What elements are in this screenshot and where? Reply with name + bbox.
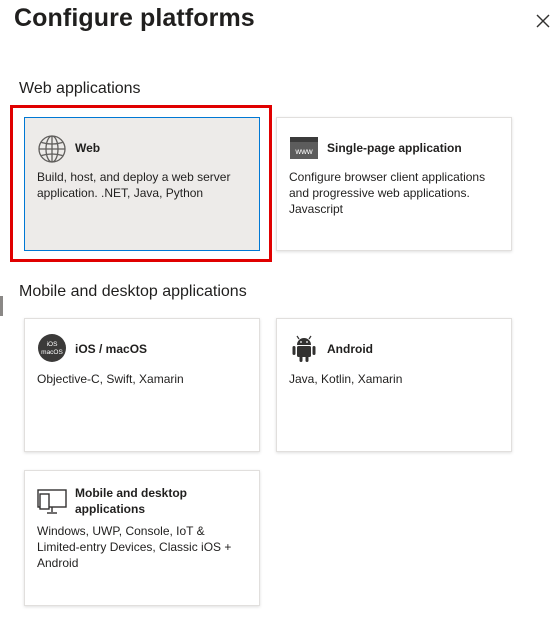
platform-card-title: iOS / macOS (75, 342, 148, 356)
configure-platforms-panel: Configure platforms Web applications Web… (0, 0, 557, 620)
platform-card-title: Single-page application (327, 141, 462, 155)
platform-card-description: Build, host, and deploy a web server app… (37, 170, 231, 200)
ios-icon-text: iOS (47, 341, 59, 348)
platform-card-web[interactable]: Web Build, host, and deploy a web server… (24, 117, 260, 251)
platform-card-android[interactable]: Android Java, Kotlin, Xamarin (276, 318, 512, 452)
macos-icon-text: macOS (41, 349, 63, 356)
platform-card-title: Web (75, 141, 101, 155)
platform-card-title: Android (327, 342, 373, 356)
platform-card-ios-macos[interactable]: iOS macOS iOS / macOS Objective-C, Swift… (24, 318, 260, 452)
platform-card-single-page-application[interactable]: www Single-page application Configure br… (276, 117, 512, 251)
section-title-mobile-desktop-applications: Mobile and desktop applications (19, 283, 247, 300)
platform-card-description: Objective-C, Swift, Xamarin (37, 372, 184, 386)
scroll-marker (0, 296, 3, 316)
platform-card-description: Java, Kotlin, Xamarin (289, 372, 403, 386)
www-icon-text: www (294, 147, 313, 156)
section-title-web-applications: Web applications (19, 80, 141, 97)
desktop-monitor-icon (37, 489, 67, 514)
globe-icon (38, 135, 66, 163)
platform-card-description: Windows, UWP, Console, IoT & Limited-ent… (37, 524, 232, 570)
platform-card-mobile-desktop[interactable]: Mobile and desktop applications Windows,… (24, 470, 260, 606)
www-browser-icon: www (290, 137, 318, 159)
close-icon[interactable] (534, 12, 552, 30)
ios-macos-icon: iOS macOS (38, 334, 66, 362)
page-title: Configure platforms (14, 4, 255, 32)
android-icon (292, 335, 316, 362)
close-button[interactable] (534, 12, 552, 30)
platform-card-description: Configure browser client applications an… (289, 170, 486, 216)
platform-card-title: Mobile and desktop applications (75, 486, 188, 516)
